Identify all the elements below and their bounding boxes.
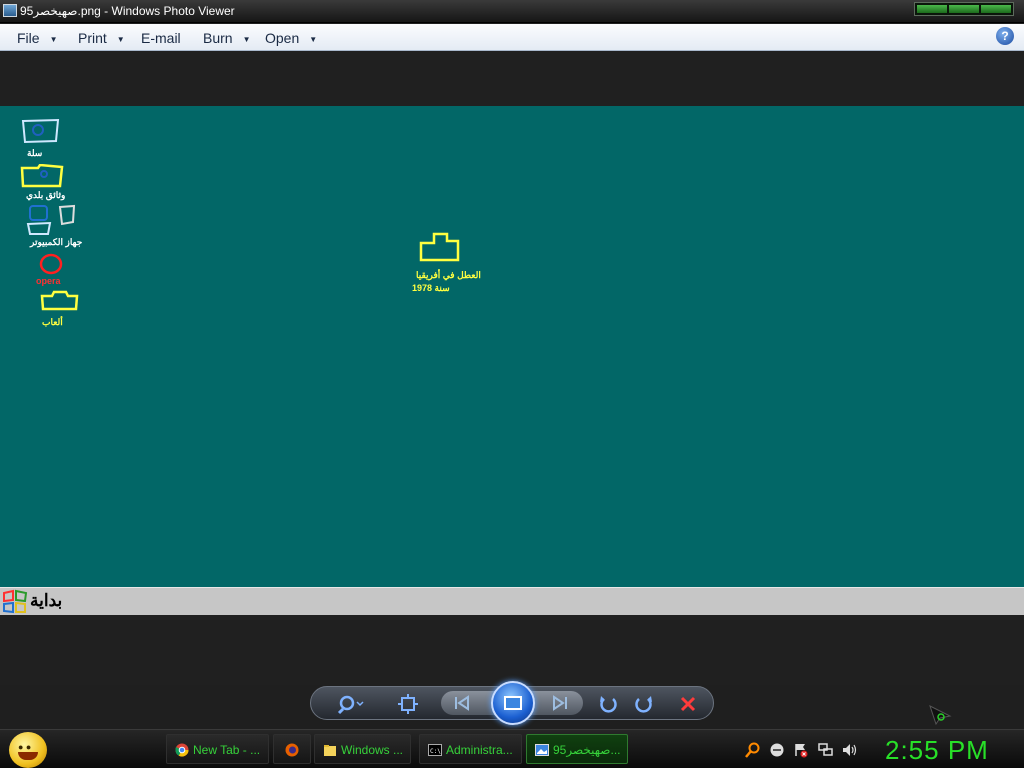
my-documents-icon (20, 164, 64, 188)
title-bar: صهيخصر95.png - Windows Photo Viewer (0, 0, 1024, 23)
rotate-clockwise-icon[interactable] (633, 693, 655, 715)
games-folder-icon (40, 290, 79, 311)
volume-icon[interactable] (841, 742, 857, 758)
my-documents-label: وثائق بلدي (26, 190, 66, 200)
menu-open-label: Open (265, 30, 300, 46)
search-icon[interactable] (745, 742, 761, 758)
task-firefox[interactable] (273, 734, 311, 764)
windows-logo-icon (3, 589, 28, 614)
photo-viewer-icon (535, 744, 549, 756)
opera-icon (39, 253, 63, 275)
africa-folder-label-line2: سنة 1978 (412, 283, 450, 293)
firefox-icon (285, 743, 299, 757)
start-button[interactable]: ● ● (9, 732, 47, 768)
smiley-eyes-icon: ● ● (18, 742, 32, 752)
task-photo-viewer-label: صهيخصر95... (553, 743, 621, 757)
task-cmd-label: Administra... (446, 743, 513, 757)
recycle-bin-icon (21, 118, 60, 144)
recycle-bin-label: سلة (27, 148, 43, 158)
menu-bar: File ▼ Print ▼ E-mail Burn ▼ Open ▼ ? (0, 24, 1024, 51)
viewer-control-bar (310, 681, 714, 725)
task-photo-viewer[interactable]: صهيخصر95... (526, 734, 628, 764)
task-chrome[interactable]: New Tab - ... (166, 734, 269, 764)
smiley-mouth-icon (18, 752, 38, 760)
delete-icon[interactable] (677, 693, 699, 715)
menu-burn-label: Burn (203, 30, 233, 46)
mouse-cursor-icon (929, 705, 952, 726)
next-icon[interactable] (549, 692, 571, 714)
photo-viewer-app-icon (3, 4, 17, 17)
actual-size-icon[interactable] (397, 693, 419, 715)
menu-email-label: E-mail (141, 30, 181, 46)
task-chrome-label: New Tab - ... (193, 743, 261, 757)
menu-print-label: Print (78, 30, 107, 46)
image-start-button: بداية (0, 588, 70, 616)
taskbar: ● ● New Tab - ... Windows ... C:\ Admini… (0, 729, 1024, 768)
previous-icon[interactable] (451, 692, 473, 714)
africa-folder-label-line1: العطل في أفريقيا (416, 270, 481, 280)
chevron-down-icon: ▼ (309, 34, 318, 44)
task-windows-explorer[interactable]: Windows ... (314, 734, 411, 764)
menu-file[interactable]: File ▼ (17, 30, 57, 46)
chevron-down-icon: ▼ (242, 34, 251, 44)
maximize-button[interactable] (949, 5, 979, 13)
task-cmd[interactable]: C:\ Administra... (419, 734, 522, 764)
window-title: صهيخصر95.png - Windows Photo Viewer (20, 4, 235, 18)
close-button[interactable] (981, 5, 1011, 13)
messenger-icon[interactable] (769, 742, 785, 758)
image-start-label: بداية (30, 591, 63, 610)
slideshow-icon[interactable] (491, 681, 535, 725)
window-controls (914, 2, 1014, 16)
my-computer-label: جهاز الكمبيوتر (30, 237, 83, 247)
chevron-down-icon: ▼ (49, 34, 58, 44)
action-center-icon[interactable] (793, 742, 809, 758)
games-label: ألعاب (42, 317, 63, 327)
folder-icon (324, 745, 336, 756)
magnifier-icon[interactable] (337, 693, 364, 715)
africa-folder-icon (419, 232, 460, 262)
opera-label: opera (36, 276, 61, 286)
svg-text:C:\: C:\ (430, 748, 441, 755)
clock[interactable]: 2:55 PM (885, 735, 989, 766)
menu-email[interactable]: E-mail (141, 30, 181, 46)
displayed-image: سلة وثائق بلدي جهاز الكمبيوتر opera ألعا… (0, 106, 1024, 588)
minimize-button[interactable] (917, 5, 947, 13)
cmd-icon: C:\ (428, 744, 442, 756)
network-icon[interactable] (817, 742, 833, 758)
image-start-bar: بداية (0, 587, 1024, 615)
my-computer-icon (26, 204, 76, 235)
menu-burn[interactable]: Burn ▼ (203, 30, 251, 46)
task-windows-label: Windows ... (341, 743, 404, 757)
menu-open[interactable]: Open ▼ (265, 30, 317, 46)
chevron-down-icon: ▼ (116, 34, 125, 44)
menu-file-label: File (17, 30, 40, 46)
help-icon[interactable]: ? (996, 27, 1014, 45)
menu-print[interactable]: Print ▼ (78, 30, 125, 46)
chrome-icon (175, 743, 189, 757)
rotate-counterclockwise-icon[interactable] (597, 693, 619, 715)
